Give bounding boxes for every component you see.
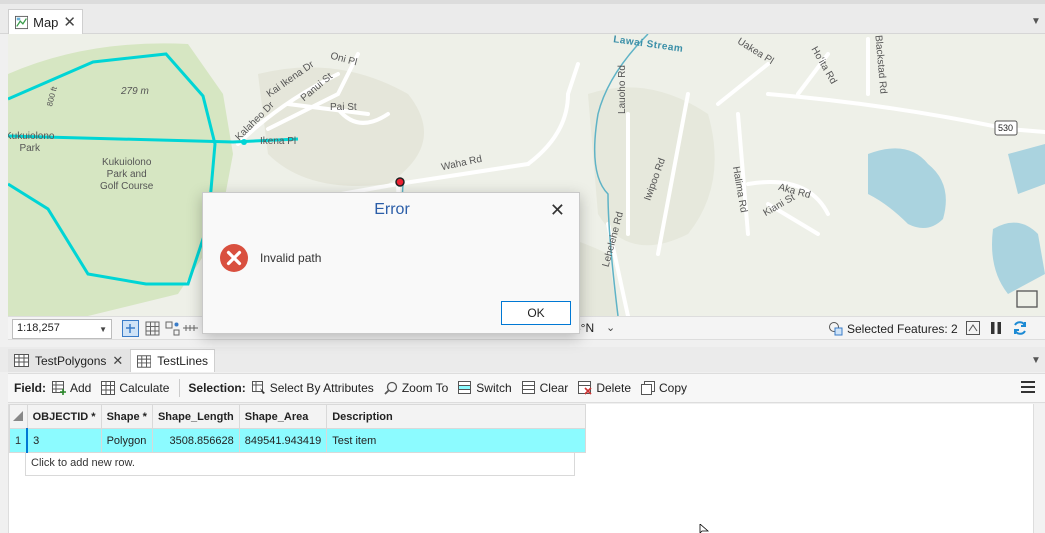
column-header-shape-area[interactable]: Shape_Area xyxy=(238,404,328,429)
table-icon xyxy=(14,354,29,367)
corner-triangle-icon xyxy=(13,411,23,421)
row-number[interactable]: 1 xyxy=(9,428,28,453)
window-top-edge xyxy=(0,0,1045,4)
map-label-kukuiolono-golf: Kukuiolono Park and Golf Course xyxy=(100,157,154,192)
scale-select[interactable]: 1:18,257 ▼ xyxy=(12,319,112,339)
chevron-down-icon[interactable]: ▼ xyxy=(1031,355,1041,366)
selected-features-label: Selected Features: 2 xyxy=(847,321,958,336)
table-icon xyxy=(137,354,152,368)
chevron-down-icon[interactable]: ▼ xyxy=(1031,16,1041,27)
fixed-zoom-icon[interactable] xyxy=(122,320,139,337)
tab-testlines[interactable]: TestLines xyxy=(130,349,215,372)
calculate-icon xyxy=(101,381,116,395)
error-dialog: Error ✕ Invalid path OK xyxy=(202,192,580,334)
calculate-label: Calculate xyxy=(119,381,170,395)
refresh-icon[interactable] xyxy=(1012,320,1028,336)
select-by-attributes-button[interactable]: Select By Attributes xyxy=(251,381,374,395)
field-label: Field: xyxy=(14,381,46,395)
map-tabstrip: Map ✕ ▼ xyxy=(0,0,1045,34)
refresh-extent-icon[interactable] xyxy=(966,321,980,335)
chevron-down-icon[interactable]: ⌄ xyxy=(606,321,615,334)
cell-shape-length[interactable]: 3508.856628 xyxy=(151,428,240,453)
delete-label: Delete xyxy=(596,381,631,395)
add-new-row[interactable]: Click to add new row. xyxy=(25,452,575,476)
cell-shape[interactable]: Polygon xyxy=(100,428,153,453)
grid-icon[interactable] xyxy=(144,320,161,337)
cell-description[interactable]: Test item xyxy=(326,428,587,453)
add-field-button[interactable]: Add xyxy=(52,381,91,395)
map-label-ikena-pl: Ikena Pl xyxy=(260,136,297,147)
toolbar-divider xyxy=(179,379,181,397)
table-row[interactable]: 1 3 Polygon 3508.856628 849541.943419 Te… xyxy=(9,428,587,453)
map-label-route-530: 530 xyxy=(998,123,1014,133)
snapping-icon[interactable] xyxy=(164,320,181,337)
map-label-lauoho-rd: Lauoho Rd xyxy=(616,65,628,114)
tab-testpolygons[interactable]: TestPolygons ✕ xyxy=(8,349,130,372)
map-label-kukuiolono-park: Kukuiolono Park xyxy=(8,131,55,154)
menu-icon[interactable] xyxy=(1021,381,1035,393)
measure-icon[interactable] xyxy=(182,320,199,337)
switch-selection-button[interactable]: Switch xyxy=(458,381,512,395)
chevron-down-icon: ▼ xyxy=(99,325,107,334)
tab-map[interactable]: Map ✕ xyxy=(8,9,83,34)
tab-label: TestLines xyxy=(157,354,208,368)
selected-features-status[interactable]: Selected Features: 2 xyxy=(828,321,958,336)
zoom-to-button[interactable]: Zoom To xyxy=(384,381,448,395)
column-header-shape[interactable]: Shape * xyxy=(100,404,153,429)
select-icon xyxy=(829,322,843,336)
zoom-to-label: Zoom To xyxy=(401,381,449,395)
mouse-cursor-icon xyxy=(699,524,709,533)
tab-label: TestPolygons xyxy=(35,353,107,368)
ok-button[interactable]: OK xyxy=(501,301,571,325)
add-field-label: Add xyxy=(70,381,92,395)
map-label-elevation: 279 m xyxy=(121,86,149,97)
switch-label: Switch xyxy=(476,381,512,395)
select-all-corner[interactable] xyxy=(9,404,28,429)
dialog-message: Invalid path xyxy=(260,251,322,265)
attribute-grid-area[interactable]: OBJECTID * Shape * Shape_Length Shape_Ar… xyxy=(8,404,1045,533)
close-icon[interactable]: ✕ xyxy=(550,200,565,221)
map-tab-label: Map xyxy=(33,14,59,30)
scale-value: 1:18,257 xyxy=(17,322,60,334)
cell-shape-area[interactable]: 849541.943419 xyxy=(238,428,328,453)
map-label-pai-st: Pai St xyxy=(330,102,357,113)
clear-selection-button[interactable]: Clear xyxy=(521,381,569,395)
close-icon[interactable]: ✕ xyxy=(63,15,76,30)
clear-label: Clear xyxy=(539,381,569,395)
copy-selection-button[interactable]: Copy xyxy=(641,381,687,395)
map-icon xyxy=(15,15,29,29)
dialog-title: Error xyxy=(374,201,410,218)
vertical-scrollbar[interactable] xyxy=(1033,404,1045,533)
clear-icon xyxy=(521,381,535,394)
column-header-description[interactable]: Description xyxy=(326,404,587,429)
selection-label: Selection: xyxy=(188,381,246,395)
select-by-attributes-icon xyxy=(251,381,265,394)
attribute-table: OBJECTID * Shape * Shape_Length Shape_Ar… xyxy=(9,404,587,453)
select-by-attributes-label: Select By Attributes xyxy=(269,381,374,395)
zoom-to-icon xyxy=(384,381,397,395)
error-icon xyxy=(220,244,248,272)
attribute-tabstrip: TestPolygons ✕ TestLines ▼ xyxy=(0,347,1045,372)
pause-icon[interactable] xyxy=(990,321,1002,335)
column-header-objectid[interactable]: OBJECTID * xyxy=(26,404,102,429)
close-icon[interactable]: ✕ xyxy=(112,354,123,367)
switch-icon xyxy=(458,381,472,394)
column-header-shape-length[interactable]: Shape_Length xyxy=(151,404,240,429)
delete-icon xyxy=(578,381,592,395)
statusbar-right-icons xyxy=(966,320,1028,336)
cell-objectid[interactable]: 3 xyxy=(26,428,102,453)
delete-selection-button[interactable]: Delete xyxy=(578,381,631,395)
copy-label: Copy xyxy=(659,381,688,395)
calculate-field-button[interactable]: Calculate xyxy=(101,381,169,395)
copy-icon xyxy=(641,381,655,395)
add-field-icon xyxy=(52,381,66,395)
attribute-toolbar: Field: Add Calculate Selection: Select B… xyxy=(8,373,1045,403)
